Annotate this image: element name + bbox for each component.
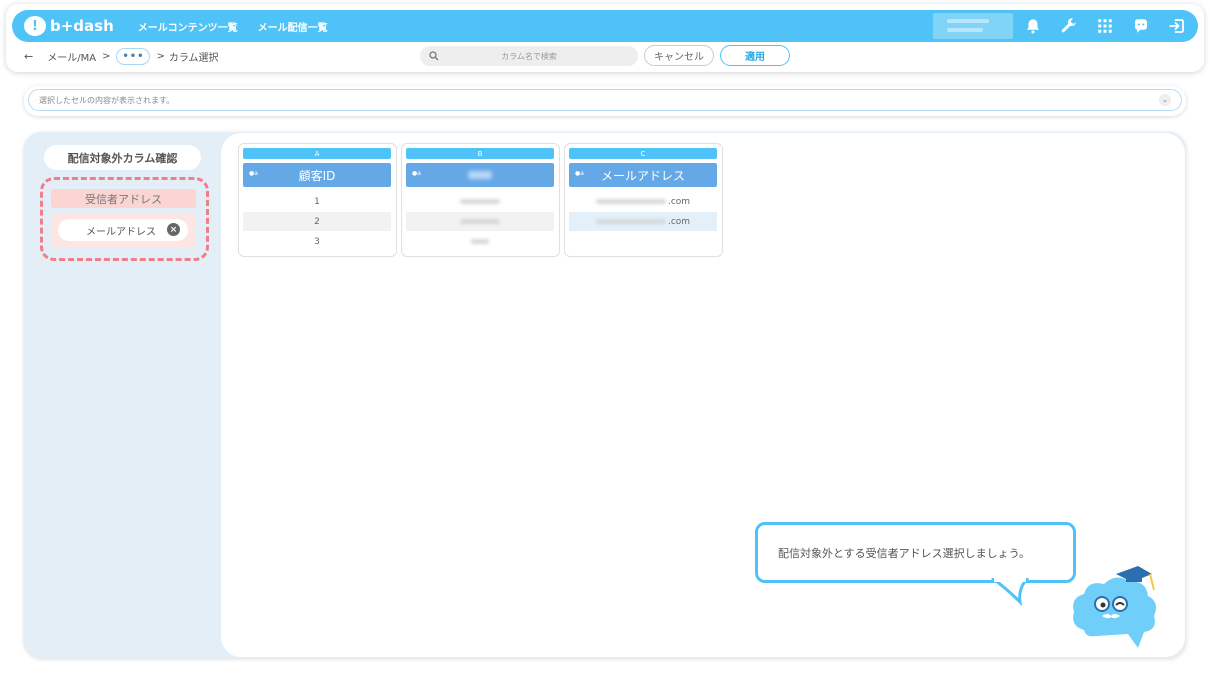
apps-grid-icon[interactable] [1096,17,1114,35]
table-cell[interactable]: .com [569,192,717,211]
user-info[interactable] [933,13,1013,39]
assistant-message: 配信対象外とする受信者アドレス選択しましょう。 [778,546,1031,560]
column-header-label: メールアドレス [600,168,685,183]
redacted-text [471,239,489,244]
column-card-a[interactable]: A ●a 顧客ID 1 2 3 [238,143,397,257]
logo[interactable]: ! b+dash [24,16,114,36]
assistant-speech-bubble: 配信対象外とする受信者アドレス選択しましょう。 [755,522,1076,583]
text-type-icon: ●a [575,170,584,177]
table-cell[interactable]: 1 [243,192,391,211]
breadcrumb: ← メール/MA > ••• > カラム選択 [24,46,219,66]
apply-button[interactable]: 適用 [720,45,790,66]
table-cell[interactable] [406,192,554,211]
redacted-text [595,219,666,224]
wrench-icon[interactable] [1060,17,1078,35]
table-cell[interactable]: .com [569,212,717,231]
cell-content-placeholder: 選択したセルの内容が表示されます。 [39,95,175,105]
logo-icon: ! [24,16,46,36]
table-cell[interactable]: 2 [243,212,391,231]
redacted-header [468,171,492,179]
table-cell[interactable]: 3 [243,232,391,251]
chat-bot-icon[interactable] [1132,17,1150,35]
sidebar-title: 配信対象外カラム確認 [44,145,201,170]
top-bar: ! b+dash メールコンテンツ一覧 メール配信一覧 [12,10,1198,42]
cell-content-field[interactable]: 選択したセルの内容が表示されます。 ⌄ [28,89,1182,111]
logo-text: b+dash [50,17,114,35]
breadcrumb-root[interactable]: メール/MA [47,49,96,64]
cell-text: .com [667,216,691,227]
breadcrumb-separator: > [102,50,111,62]
redacted-text [595,199,666,204]
highlight-dashed-outline [40,177,209,261]
breadcrumb-more-button[interactable]: ••• [116,47,151,65]
column-letter: B [406,148,554,159]
column-letter: C [569,148,717,159]
column-card-c[interactable]: C ●a メールアドレス .com .com [564,143,723,257]
column-header[interactable]: ●a 顧客ID [243,163,391,187]
search-icon [429,51,439,61]
user-info-line [947,19,989,23]
table-cell[interactable] [406,212,554,231]
column-header[interactable]: ●a メールアドレス [569,163,717,187]
redacted-text [460,199,500,204]
breadcrumb-separator: > [156,50,165,62]
search-placeholder: カラム名で検索 [501,51,557,61]
nav-mail-delivery[interactable]: メール配信一覧 [258,19,328,34]
back-arrow-icon[interactable]: ← [24,50,33,63]
column-letter: A [243,148,391,159]
column-header[interactable]: ●a [406,163,554,187]
chevron-down-icon[interactable]: ⌄ [1159,94,1171,106]
logout-icon[interactable] [1168,17,1186,35]
table-cell[interactable] [406,232,554,251]
column-card-b[interactable]: B ●a [401,143,560,257]
nav-mail-contents[interactable]: メールコンテンツ一覧 [138,19,238,34]
redacted-text [460,219,500,224]
cell-content-bar: 選択したセルの内容が表示されます。 ⌄ [24,86,1186,116]
bell-icon[interactable] [1024,17,1042,35]
column-search-input[interactable]: カラム名で検索 [420,46,638,66]
text-type-icon: ●a [412,170,421,177]
mascot-cloud-icon [1073,566,1156,648]
breadcrumb-current: カラム選択 [168,52,219,64]
cancel-button[interactable]: キャンセル [644,45,714,66]
column-header-label: 顧客ID [298,168,336,183]
speech-tail [991,578,1030,606]
user-info-line [947,28,983,32]
text-type-icon: ●a [249,170,258,177]
cell-text: .com [667,196,691,207]
